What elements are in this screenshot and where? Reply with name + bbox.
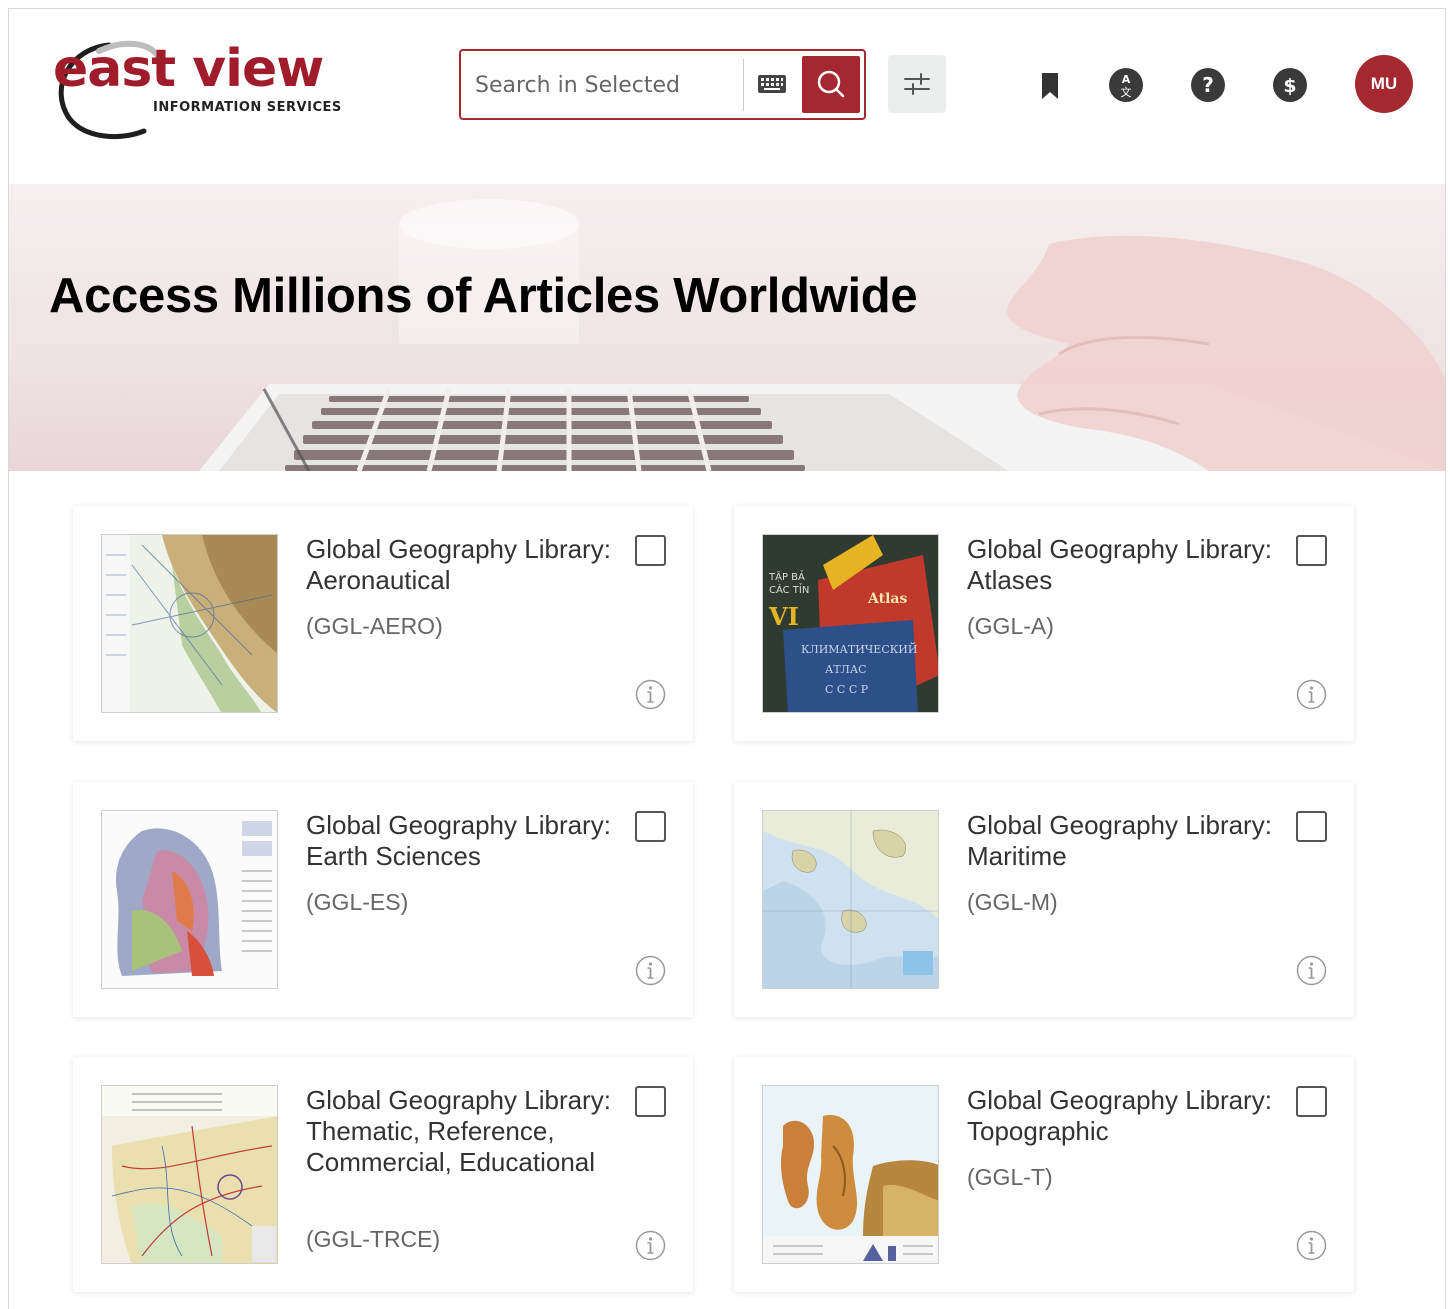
keyboard-icon[interactable] bbox=[757, 71, 787, 97]
svg-text:A: A bbox=[1122, 73, 1131, 86]
nautical-chart-thumbnail[interactable] bbox=[762, 810, 939, 989]
svg-text:VI: VI bbox=[768, 602, 799, 631]
search-button[interactable] bbox=[802, 56, 860, 113]
search-box bbox=[459, 49, 866, 120]
logo-wordmark: east view bbox=[53, 39, 324, 99]
collection-code: (GGL-T) bbox=[967, 1164, 1053, 1190]
top-header: east view INFORMATION SERVICES Search in… bbox=[9, 9, 1445, 184]
collection-card[interactable]: Atlas КЛИМАТИЧЕСКИЙ АТЛАС С С С Р TẬP BẢ… bbox=[734, 506, 1354, 741]
hero-title: Access Millions of Articles Worldwide bbox=[49, 269, 918, 323]
collection-title[interactable]: Global Geography Library: Atlases bbox=[967, 534, 1277, 596]
dollar-icon[interactable]: $ bbox=[1272, 67, 1308, 103]
page-frame: east view INFORMATION SERVICES Search in… bbox=[8, 8, 1446, 1309]
collection-select-checkbox[interactable] bbox=[1296, 535, 1327, 566]
collection-title[interactable]: Global Geography Library: Aeronautical bbox=[306, 534, 616, 596]
help-icon[interactable]: ? bbox=[1190, 67, 1226, 103]
collection-select-checkbox[interactable] bbox=[635, 1086, 666, 1117]
collection-code: (GGL-A) bbox=[967, 613, 1054, 639]
svg-text:$: $ bbox=[1283, 75, 1296, 97]
collection-card[interactable]: Global Geography Library: Topographic (G… bbox=[734, 1057, 1354, 1292]
collection-card[interactable]: Global Geography Library: Thematic, Refe… bbox=[73, 1057, 693, 1292]
svg-text:文: 文 bbox=[1121, 85, 1132, 99]
bookmark-icon[interactable] bbox=[1032, 67, 1068, 103]
collection-card[interactable]: Global Geography Library: Earth Sciences… bbox=[73, 782, 693, 1017]
collection-code: (GGL-TRCE) bbox=[306, 1226, 441, 1252]
info-icon[interactable] bbox=[1296, 955, 1327, 986]
svg-text:?: ? bbox=[1202, 73, 1214, 97]
info-icon[interactable] bbox=[635, 1230, 666, 1261]
logo-tagline: INFORMATION SERVICES bbox=[153, 100, 342, 115]
topographic-map-thumbnail[interactable] bbox=[762, 1085, 939, 1264]
hero-banner: Access Millions of Articles Worldwide bbox=[9, 184, 1445, 471]
info-icon[interactable] bbox=[635, 955, 666, 986]
collection-select-checkbox[interactable] bbox=[635, 535, 666, 566]
svg-text:КЛИМАТИЧЕСКИЙ: КЛИМАТИЧЕСКИЙ bbox=[801, 642, 917, 656]
info-icon[interactable] bbox=[1296, 1230, 1327, 1261]
collection-title[interactable]: Global Geography Library: Thematic, Refe… bbox=[306, 1085, 616, 1178]
collection-card[interactable]: Global Geography Library: Maritime (GGL-… bbox=[734, 782, 1354, 1017]
laptop-hands-illustration bbox=[199, 199, 1445, 471]
filter-settings-button[interactable] bbox=[888, 55, 946, 113]
svg-text:С С С Р: С С С Р bbox=[825, 683, 869, 696]
info-icon[interactable] bbox=[1296, 679, 1327, 710]
sliders-icon bbox=[904, 73, 930, 95]
collection-select-checkbox[interactable] bbox=[1296, 811, 1327, 842]
collection-code: (GGL-AERO) bbox=[306, 613, 443, 639]
east-view-logo[interactable]: east view INFORMATION SERVICES bbox=[49, 33, 349, 143]
collection-select-checkbox[interactable] bbox=[1296, 1086, 1327, 1117]
translate-icon[interactable]: A 文 bbox=[1108, 67, 1144, 103]
collection-title[interactable]: Global Geography Library: Topographic bbox=[967, 1085, 1277, 1147]
collection-title[interactable]: Global Geography Library: Earth Sciences bbox=[306, 810, 616, 872]
road-map-thumbnail[interactable] bbox=[101, 1085, 278, 1264]
info-icon[interactable] bbox=[635, 679, 666, 710]
user-avatar[interactable]: MU bbox=[1355, 55, 1413, 113]
search-divider bbox=[743, 59, 744, 111]
collection-code: (GGL-ES) bbox=[306, 889, 409, 915]
collection-title[interactable]: Global Geography Library: Maritime bbox=[967, 810, 1277, 872]
svg-text:TẬP BẢ: TẬP BẢ bbox=[768, 569, 805, 583]
aeronautical-chart-thumbnail[interactable] bbox=[101, 534, 278, 713]
collection-card[interactable]: Global Geography Library: Aeronautical (… bbox=[73, 506, 693, 741]
atlas-books-thumbnail[interactable]: Atlas КЛИМАТИЧЕСКИЙ АТЛАС С С С Р TẬP BẢ… bbox=[762, 534, 939, 713]
collection-code: (GGL-M) bbox=[967, 889, 1058, 915]
geology-map-thumbnail[interactable] bbox=[101, 810, 278, 989]
svg-text:CÁC TỈN: CÁC TỈN bbox=[769, 582, 809, 596]
collection-select-checkbox[interactable] bbox=[635, 811, 666, 842]
search-icon bbox=[817, 70, 845, 98]
svg-text:АТЛАС: АТЛАС bbox=[825, 663, 867, 676]
svg-text:Atlas: Atlas bbox=[867, 591, 907, 607]
search-input[interactable] bbox=[475, 65, 735, 105]
